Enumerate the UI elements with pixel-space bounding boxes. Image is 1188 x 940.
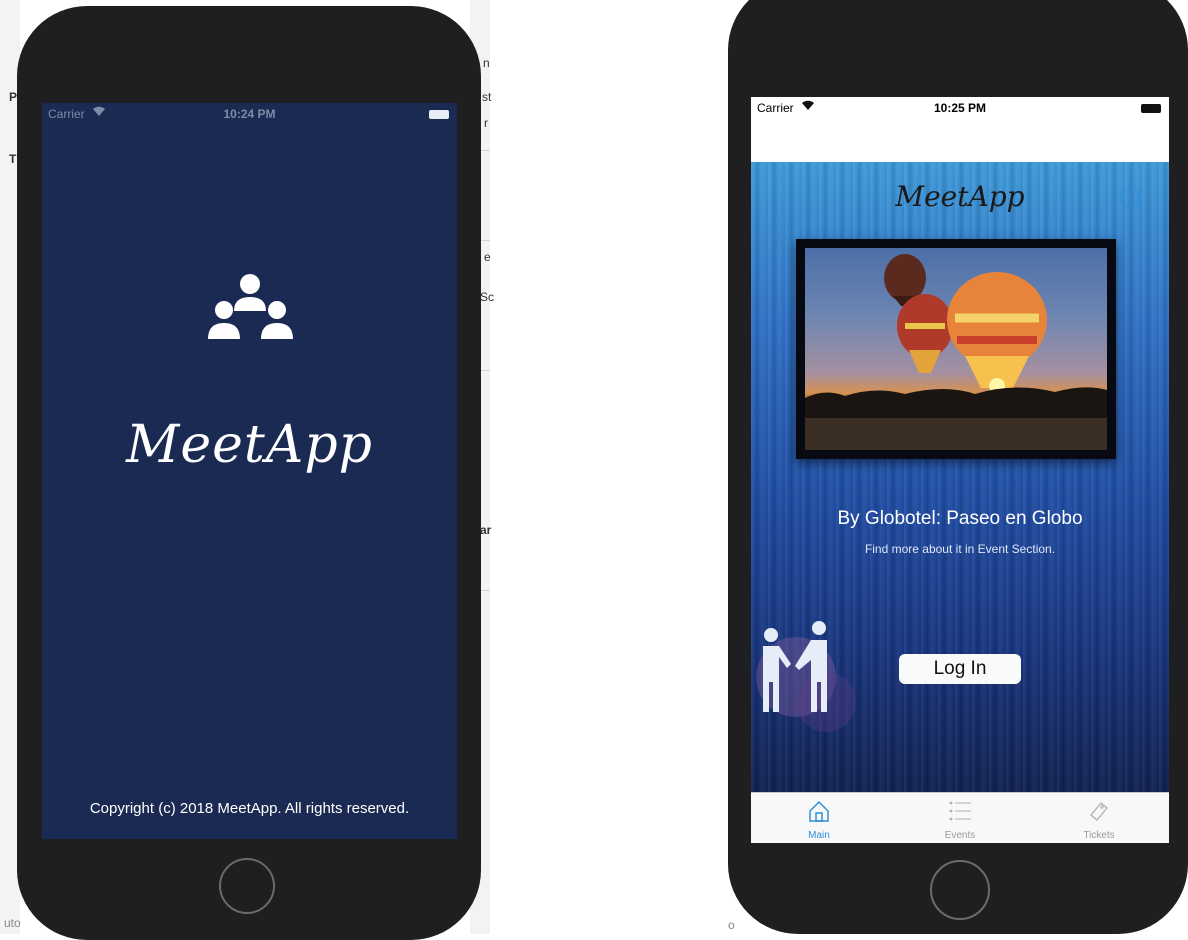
event-photo bbox=[805, 248, 1107, 450]
tab-label: Tickets bbox=[1083, 830, 1115, 841]
info-icon[interactable]: i bbox=[1120, 188, 1140, 208]
background-text-fragment: uto bbox=[4, 916, 21, 930]
people-group-icon bbox=[204, 271, 296, 348]
list-icon bbox=[949, 801, 971, 821]
app-logo-wordmark: MeetApp bbox=[126, 415, 373, 475]
background-text-fragment: st bbox=[482, 90, 492, 104]
event-subtitle: Find more about it in Event Section. bbox=[864, 542, 1056, 556]
background-text-fragment: e bbox=[484, 250, 491, 264]
status-bar: Carrier 10:24 PM bbox=[42, 103, 457, 125]
tab-label: Main bbox=[808, 830, 830, 841]
background-text-fragment: Sc bbox=[480, 290, 495, 304]
copyright-text: Copyright (c) 2018 MeetApp. All rights r… bbox=[89, 800, 410, 817]
background-text-fragment: o bbox=[728, 918, 735, 932]
splash-screen: Carrier 10:24 PM MeetApp Copyright (c) 2… bbox=[42, 103, 457, 839]
tab-label: Events bbox=[944, 830, 976, 841]
tab-tickets[interactable]: Tickets bbox=[1059, 793, 1139, 843]
phone-frame-main: Carrier 10:25 PM MeetApp i By Globotel: … bbox=[728, 0, 1188, 934]
tab-events[interactable]: Events bbox=[920, 793, 1000, 843]
background-text-fragment: ar bbox=[480, 523, 492, 537]
event-photo-frame bbox=[796, 239, 1116, 459]
background-text-fragment: n bbox=[483, 56, 490, 70]
background-text-fragment: P bbox=[9, 90, 18, 104]
battery-icon bbox=[1141, 104, 1161, 113]
home-button[interactable] bbox=[930, 860, 990, 920]
tab-bar: Main Events Tickets bbox=[751, 792, 1169, 843]
event-title: By Globotel: Paseo en Globo bbox=[837, 508, 1083, 529]
background-text-fragment: r bbox=[484, 116, 488, 130]
handshake-people-icon bbox=[751, 602, 871, 747]
home-button[interactable] bbox=[219, 858, 275, 914]
hero-background: MeetApp i By Globotel: Paseo en Globo Fi… bbox=[751, 162, 1169, 794]
background-text-fragment: T bbox=[9, 152, 17, 166]
status-time: 10:24 PM bbox=[223, 107, 276, 121]
main-screen: Carrier 10:25 PM MeetApp i By Globotel: … bbox=[751, 97, 1169, 843]
ticket-icon bbox=[1090, 802, 1108, 821]
home-icon bbox=[809, 800, 829, 822]
app-logo-wordmark: MeetApp bbox=[895, 180, 1025, 213]
status-time: 10:25 PM bbox=[933, 101, 987, 115]
login-button[interactable]: Log In bbox=[899, 654, 1021, 684]
hot-air-balloons-image bbox=[805, 254, 1107, 450]
battery-icon bbox=[429, 110, 449, 119]
status-bar: Carrier 10:25 PM bbox=[751, 97, 1169, 119]
tab-main[interactable]: Main bbox=[779, 793, 859, 843]
phone-frame-splash: Carrier 10:24 PM MeetApp Copyright (c) 2… bbox=[17, 6, 481, 940]
